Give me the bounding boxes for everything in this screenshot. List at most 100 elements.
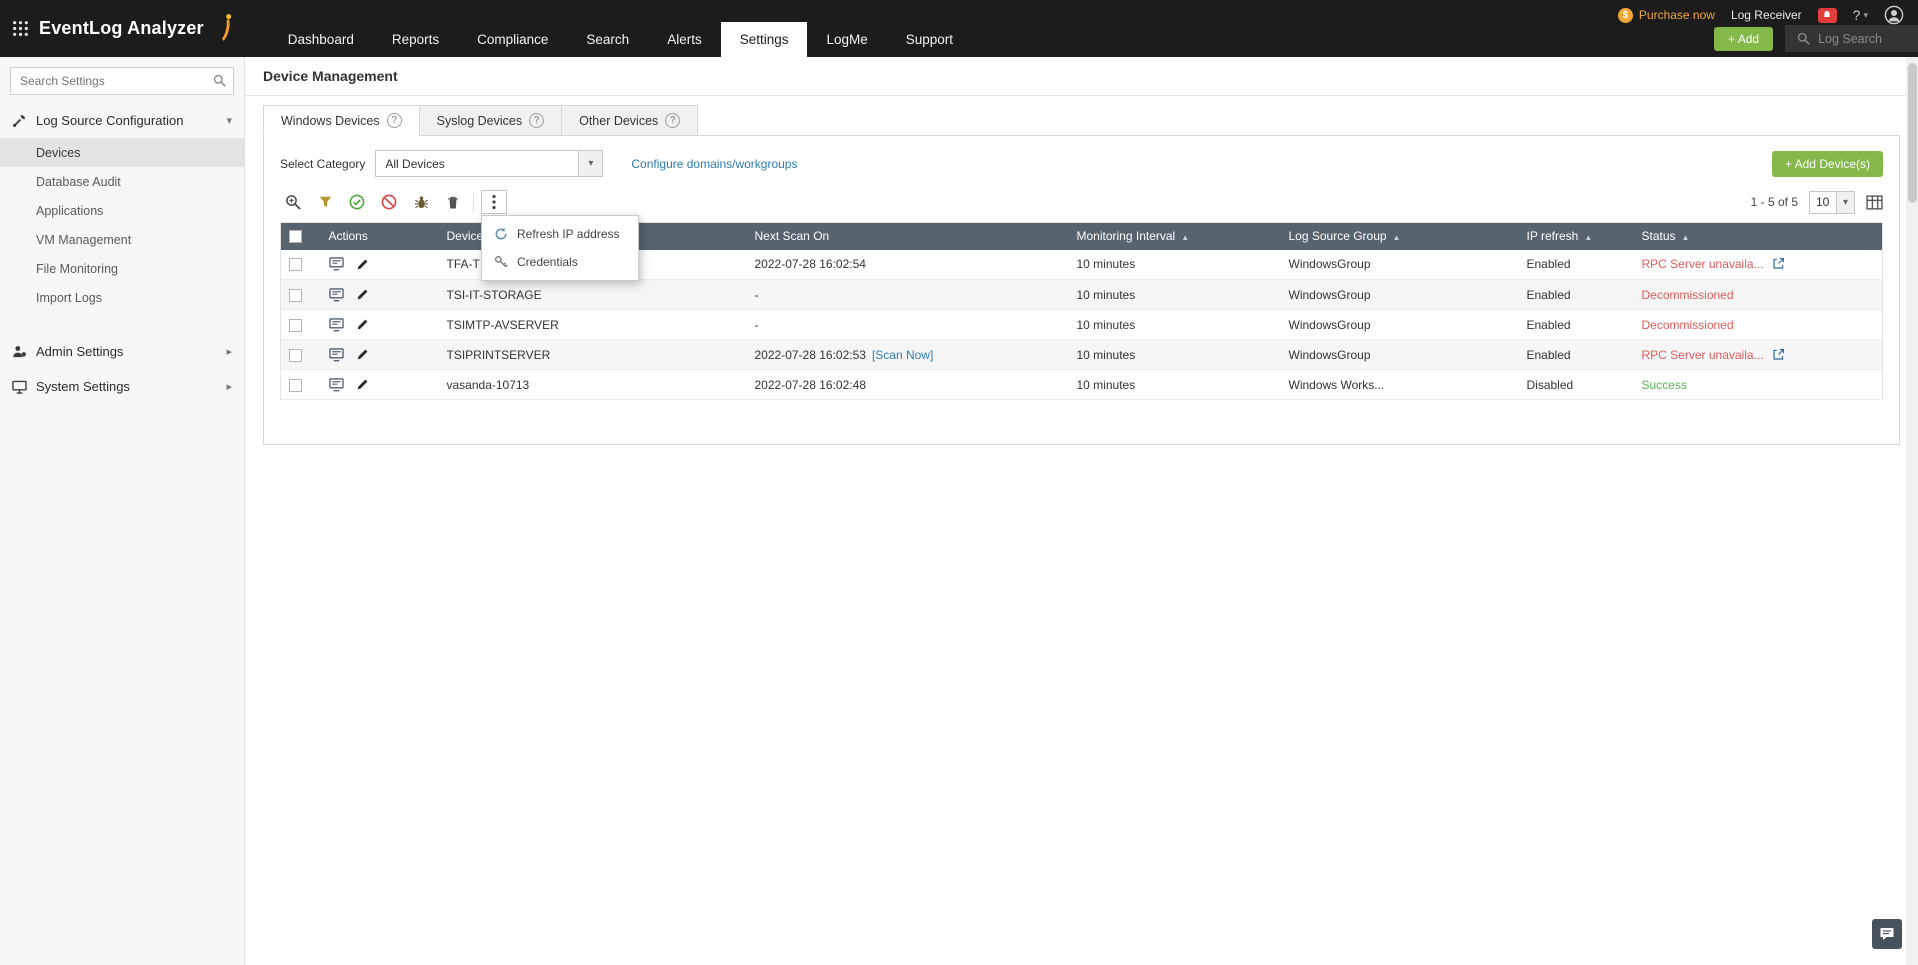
nav-item-settings[interactable]: Settings	[720, 22, 808, 57]
eventlog-analyzer-app: EventLog Analyzer Dashboard Reports Comp…	[0, 0, 1918, 965]
external-link-icon[interactable]	[1772, 257, 1785, 270]
nav-item-compliance[interactable]: Compliance	[458, 22, 567, 57]
column-label: Next Scan On	[754, 229, 830, 244]
row-checkbox[interactable]	[289, 288, 302, 302]
row-checkbox[interactable]	[289, 378, 302, 392]
help-icon	[665, 113, 681, 128]
enable-monitoring-icon[interactable]	[344, 190, 370, 214]
page-size-value: 10	[1816, 195, 1830, 209]
select-all-checkbox[interactable]	[289, 230, 302, 244]
edit-pencil-icon[interactable]	[356, 318, 369, 331]
cell-interval: 10 minutes	[1068, 249, 1281, 280]
header-monitoring-interval[interactable]: Monitoring Interval	[1068, 222, 1281, 250]
cell-actions	[320, 369, 439, 400]
section-system-settings[interactable]: System Settings	[0, 369, 244, 404]
tab-syslog-devices[interactable]: Syslog Devices	[418, 105, 563, 136]
vertical-scrollbar[interactable]	[1906, 57, 1918, 965]
log-source-items: Devices Database Audit Applications VM M…	[0, 138, 244, 320]
device-details-icon[interactable]	[328, 287, 344, 302]
disable-monitoring-icon[interactable]	[376, 190, 402, 214]
sidebar-item-devices[interactable]: Devices	[0, 138, 244, 167]
section-label: Admin Settings	[36, 344, 124, 359]
delete-icon[interactable]	[440, 190, 466, 214]
bug-icon[interactable]	[408, 190, 434, 214]
configure-domains-link[interactable]: Configure domains/workgroups	[631, 157, 797, 171]
edit-pencil-icon[interactable]	[356, 258, 369, 271]
sidebar-item-applications[interactable]: Applications	[0, 196, 244, 225]
feedback-chat-button[interactable]	[1872, 919, 1902, 949]
nav-item-logme[interactable]: LogMe	[807, 22, 886, 57]
devices-panel: Select Category All Devices Configure do…	[263, 135, 1900, 445]
nav-item-search[interactable]: Search	[567, 22, 648, 57]
device-details-icon[interactable]	[328, 317, 344, 332]
apps-grid-icon[interactable]	[12, 20, 29, 37]
category-select[interactable]: All Devices	[375, 150, 604, 177]
help-menu[interactable]: ? ▾	[1853, 7, 1868, 23]
scrollbar-thumb[interactable]	[1907, 63, 1917, 203]
menu-item-refresh-ip[interactable]: Refresh IP address	[482, 220, 638, 248]
purchase-now-link[interactable]: Purchase now	[1617, 7, 1715, 23]
header-ip-refresh[interactable]: IP refresh	[1518, 222, 1634, 250]
device-details-icon[interactable]	[328, 347, 344, 362]
help-label: ?	[1852, 7, 1861, 23]
edit-pencil-icon[interactable]	[356, 378, 369, 391]
admin-user-icon	[12, 344, 27, 359]
header-next-scan[interactable]: Next Scan On	[746, 222, 1069, 250]
main-nav: Dashboard Reports Compliance Search Aler…	[269, 22, 972, 57]
tab-windows-devices[interactable]: Windows Devices	[263, 105, 420, 136]
tab-other-devices[interactable]: Other Devices	[561, 105, 699, 136]
cell-ip-refresh: Enabled	[1518, 249, 1634, 280]
cell-interval: 10 minutes	[1068, 279, 1281, 310]
edit-pencil-icon[interactable]	[356, 288, 369, 301]
page-size-select[interactable]: 10	[1809, 190, 1855, 214]
log-search-box[interactable]: Log Search	[1785, 25, 1918, 52]
section-admin-settings[interactable]: Admin Settings	[0, 334, 244, 369]
menu-item-credentials[interactable]: Credentials	[482, 248, 638, 276]
section-log-source-configuration[interactable]: Log Source Configuration	[0, 103, 244, 138]
scan-now-link[interactable]: [Scan Now]	[872, 348, 933, 362]
sidebar-item-import-logs[interactable]: Import Logs	[0, 283, 244, 312]
column-chooser-icon[interactable]	[1866, 194, 1883, 210]
sidebar-item-file-monitoring[interactable]: File Monitoring	[0, 254, 244, 283]
cell-actions	[320, 249, 439, 280]
nav-item-reports[interactable]: Reports	[373, 22, 458, 57]
cell-interval: 10 minutes	[1068, 309, 1281, 340]
user-avatar[interactable]	[1884, 5, 1904, 25]
cell-group: Windows Works...	[1280, 369, 1519, 400]
device-details-icon[interactable]	[328, 377, 344, 392]
notification-badge[interactable]	[1817, 7, 1837, 23]
table-row: vasanda-10713 2022-07-28 16:02:48 10 min…	[280, 369, 1883, 400]
cell-interval: 10 minutes	[1068, 339, 1281, 370]
more-actions-button[interactable]	[481, 190, 507, 214]
top-header: EventLog Analyzer Dashboard Reports Comp…	[0, 0, 1918, 57]
sidebar-item-database-audit[interactable]: Database Audit	[0, 167, 244, 196]
add-devices-button[interactable]: + Add Device(s)	[1771, 150, 1883, 177]
toolbar-divider	[473, 193, 474, 211]
header-status[interactable]: Status	[1633, 222, 1883, 250]
filter-icon[interactable]	[312, 190, 338, 214]
pagination-range: 1 - 5 of 5	[1750, 195, 1798, 209]
row-checkbox[interactable]	[289, 258, 302, 272]
cell-next-scan: 2022-07-28 16:02:53 [Scan Now]	[746, 339, 1069, 370]
nav-item-alerts[interactable]: Alerts	[648, 22, 721, 57]
edit-pencil-icon[interactable]	[356, 348, 369, 361]
next-scan-text: 2022-07-28 16:02:53	[754, 347, 866, 362]
nav-item-dashboard[interactable]: Dashboard	[269, 22, 373, 57]
header-select-all[interactable]	[280, 222, 321, 250]
header-log-source-group[interactable]: Log Source Group	[1280, 222, 1519, 250]
cell-next-scan: 2022-07-28 16:02:48	[746, 369, 1069, 400]
device-details-icon[interactable]	[328, 257, 344, 271]
row-checkbox[interactable]	[289, 348, 302, 362]
log-receiver-link[interactable]: Log Receiver	[1731, 8, 1802, 22]
search-devices-icon[interactable]	[280, 190, 306, 214]
nav-item-support[interactable]: Support	[887, 22, 972, 57]
row-checkbox[interactable]	[289, 318, 302, 332]
external-link-icon[interactable]	[1772, 348, 1785, 361]
cell-interval: 10 minutes	[1068, 369, 1281, 400]
header-utility-row: Purchase now Log Receiver ? ▾	[1617, 5, 1918, 25]
cell-actions	[320, 339, 439, 370]
cell-device: vasanda-10713	[438, 369, 747, 400]
settings-search-input[interactable]	[10, 67, 234, 95]
sidebar-item-vm-management[interactable]: VM Management	[0, 225, 244, 254]
add-button[interactable]: + Add	[1714, 26, 1774, 51]
